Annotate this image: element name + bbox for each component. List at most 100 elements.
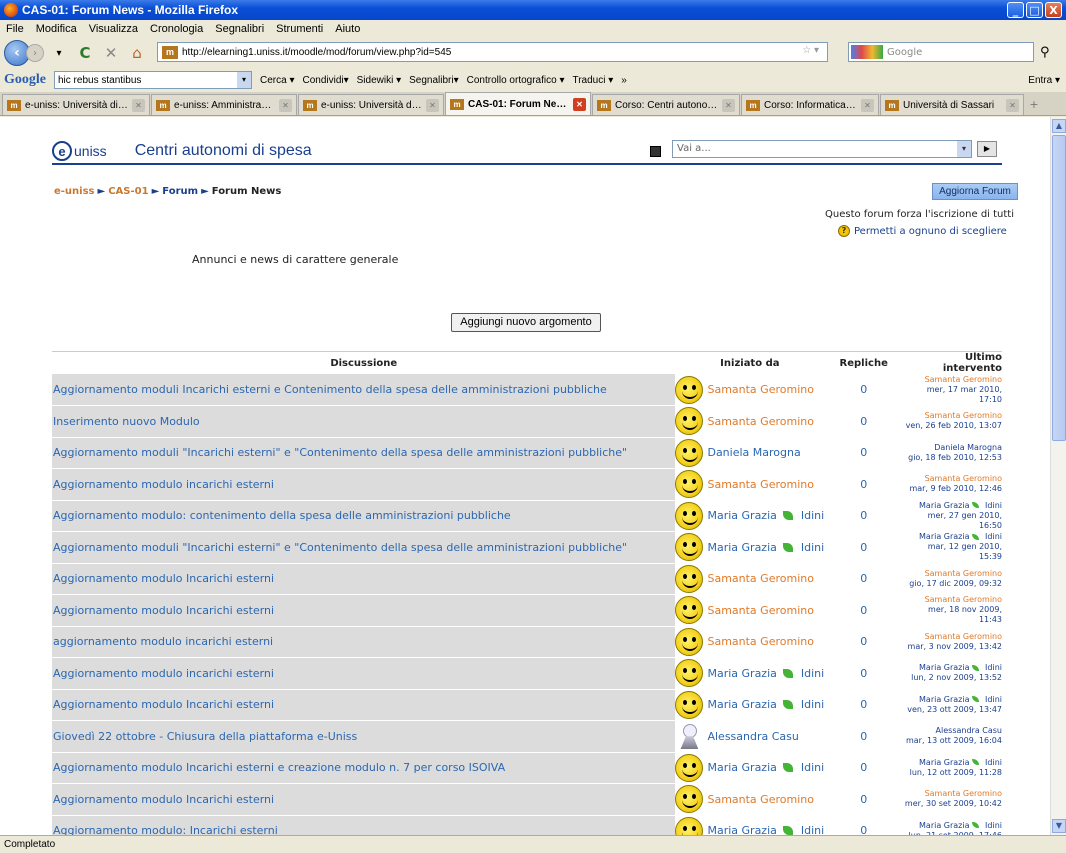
- last-post-date[interactable]: mar, 9 feb 2010, 12:46: [903, 484, 1002, 494]
- smiley-avatar-icon[interactable]: [675, 785, 704, 814]
- smiley-avatar-icon[interactable]: [675, 596, 704, 625]
- author-name-first[interactable]: Maria Grazia: [707, 698, 776, 711]
- menu-segnalibri[interactable]: Segnalibri: [215, 23, 264, 35]
- reply-count[interactable]: 0: [824, 626, 904, 658]
- reply-count[interactable]: 0: [824, 563, 904, 595]
- gt-traduci[interactable]: Traduci ▾: [572, 75, 613, 86]
- author-name-first[interactable]: Maria Grazia: [707, 761, 776, 774]
- smiley-avatar-icon[interactable]: [675, 533, 704, 562]
- author-name-first[interactable]: Maria Grazia: [707, 667, 776, 680]
- tab-close-icon[interactable]: ✕: [861, 98, 874, 112]
- last-post-author[interactable]: Samanta Geromino: [903, 789, 1002, 799]
- last-post-author[interactable]: Samanta Geromino: [903, 411, 1002, 421]
- last-post-author[interactable]: Daniela Marogna: [903, 443, 1002, 453]
- reply-count[interactable]: 0: [824, 594, 904, 627]
- tab-e-uniss-3[interactable]: m e-uniss: Università di S... ✕: [298, 94, 444, 115]
- reply-count[interactable]: 0: [824, 657, 904, 690]
- google-toolbar-search-input[interactable]: hic rebus stantibus ▾: [54, 71, 252, 89]
- menu-cronologia[interactable]: Cronologia: [150, 23, 203, 35]
- last-post-date[interactable]: lun, 2 nov 2009, 13:52: [903, 673, 1002, 683]
- author-name[interactable]: Samanta Geromino: [707, 604, 813, 617]
- gt-entra[interactable]: Entra ▾: [1028, 75, 1060, 86]
- tab-close-icon[interactable]: ✕: [132, 98, 145, 112]
- reply-count[interactable]: 0: [824, 720, 904, 753]
- author-name[interactable]: Samanta Geromino: [707, 793, 813, 806]
- author-name[interactable]: Samanta Geromino: [707, 383, 813, 396]
- tab-universita-sassari[interactable]: m Università di Sassari ✕: [880, 94, 1024, 115]
- robot-avatar-icon[interactable]: [675, 722, 704, 751]
- discussion-topic-link[interactable]: Aggiornamento modulo Incarichi esterni: [52, 563, 676, 595]
- menu-aiuto[interactable]: Aiuto: [335, 23, 360, 35]
- last-post-author[interactable]: Maria Grazia Idini: [903, 758, 1002, 768]
- author-name-last[interactable]: Idini: [801, 667, 824, 680]
- discussion-topic-link[interactable]: Aggiornamento moduli "Incarichi esterni"…: [52, 437, 676, 469]
- last-post-author[interactable]: Samanta Geromino: [903, 595, 1002, 605]
- author-name-last[interactable]: Idini: [801, 509, 824, 522]
- smiley-avatar-icon[interactable]: [675, 659, 704, 688]
- discussion-topic-link[interactable]: Aggiornamento modulo Incarichi esterni: [52, 783, 676, 816]
- reply-count[interactable]: 0: [824, 783, 904, 816]
- jump-to-select[interactable]: Vai a... ▾: [672, 140, 972, 158]
- breadcrumb-forum[interactable]: Forum: [162, 186, 198, 197]
- minimize-button[interactable]: _: [1007, 2, 1024, 18]
- tab-close-icon[interactable]: ✕: [1006, 98, 1019, 112]
- last-post-author[interactable]: Maria Grazia Idini: [903, 695, 1002, 705]
- last-post-author[interactable]: Maria Grazia Idini: [903, 532, 1002, 542]
- new-tab-icon[interactable]: +: [1025, 94, 1043, 115]
- discussion-topic-link[interactable]: Aggiornamento modulo: contenimento della…: [52, 500, 676, 532]
- gt-condividi[interactable]: Condividi▾: [302, 75, 348, 86]
- scroll-thumb[interactable]: [1052, 135, 1066, 441]
- smiley-avatar-icon[interactable]: [675, 753, 704, 782]
- discussion-topic-link[interactable]: Aggiornamento modulo incarichi esterni: [52, 657, 676, 690]
- author-name[interactable]: Samanta Geromino: [707, 478, 813, 491]
- gt-cerca[interactable]: Cerca ▾: [260, 75, 294, 86]
- smiley-avatar-icon[interactable]: [675, 407, 704, 436]
- author-name-last[interactable]: Idini: [801, 761, 824, 774]
- last-post-date[interactable]: mer, 27 gen 2010, 16:50: [903, 511, 1002, 531]
- stop-icon[interactable]: ✕: [100, 42, 122, 64]
- author-name-last[interactable]: Idini: [801, 698, 824, 711]
- forward-button[interactable]: ›: [26, 44, 44, 62]
- scroll-down-icon[interactable]: ▼: [1052, 819, 1066, 833]
- last-post-author[interactable]: Samanta Geromino: [903, 474, 1002, 484]
- author-name-last[interactable]: Idini: [801, 824, 824, 835]
- discussion-topic-link[interactable]: Aggiornamento moduli Incarichi esterni e…: [52, 374, 676, 406]
- google-query-text[interactable]: hic rebus stantibus: [58, 75, 141, 86]
- last-post-date[interactable]: mar, 3 nov 2009, 13:42: [903, 642, 1002, 652]
- last-post-author[interactable]: Maria Grazia Idini: [903, 663, 1002, 673]
- discussion-topic-link[interactable]: Aggiornamento modulo incarichi esterni: [52, 468, 676, 501]
- breadcrumb-cas-01[interactable]: CAS-01: [108, 186, 148, 197]
- reply-count[interactable]: 0: [824, 405, 904, 438]
- discussion-topic-link[interactable]: Aggiornamento moduli "Incarichi esterni"…: [52, 531, 676, 564]
- tab-e-uniss-2[interactable]: me-uniss: Amministrazion...✕: [151, 94, 297, 115]
- last-post-author[interactable]: Samanta Geromino: [903, 375, 1002, 385]
- help-icon[interactable]: ?: [838, 225, 850, 237]
- last-post-date[interactable]: mar, 13 ott 2009, 16:04: [903, 736, 1002, 746]
- search-box[interactable]: Google: [848, 42, 1034, 62]
- last-post-date[interactable]: ven, 26 feb 2010, 13:07: [903, 421, 1002, 431]
- breadcrumb-e-uniss[interactable]: e-uniss: [54, 186, 95, 197]
- author-name[interactable]: Samanta Geromino: [707, 635, 813, 648]
- reply-count[interactable]: 0: [824, 500, 904, 532]
- close-window-button[interactable]: X: [1045, 2, 1062, 18]
- gt-segnalibri[interactable]: Segnalibri▾: [409, 75, 459, 86]
- menu-file[interactable]: File: [6, 23, 24, 35]
- url-bar[interactable]: m http://elearning1.uniss.it/moodle/mod/…: [157, 42, 828, 62]
- author-name-first[interactable]: Maria Grazia: [707, 824, 776, 835]
- add-new-topic-button[interactable]: Aggiungi nuovo argomento: [451, 313, 601, 332]
- tab-corso-centri[interactable]: m Corso: Centri autonomi ... ✕: [592, 94, 740, 115]
- reply-count[interactable]: 0: [824, 689, 904, 721]
- smiley-avatar-icon[interactable]: [675, 375, 704, 404]
- last-post-date[interactable]: mer, 17 mar 2010, 17:10: [903, 385, 1002, 405]
- smiley-avatar-icon[interactable]: [675, 627, 704, 656]
- chevron-down-icon[interactable]: ▾: [237, 72, 251, 88]
- tab-close-icon[interactable]: ✕: [573, 97, 586, 111]
- discussion-topic-link[interactable]: aggiornamento modulo incarichi esterni: [52, 626, 676, 658]
- tab-close-icon[interactable]: ✕: [426, 98, 439, 112]
- jump-go-button[interactable]: ▶: [977, 141, 997, 157]
- google-search-engine-icon[interactable]: [851, 45, 883, 59]
- author-name[interactable]: Samanta Geromino: [707, 415, 813, 428]
- chevron-down-icon[interactable]: ▾: [957, 141, 971, 157]
- vertical-scrollbar[interactable]: ▲ ▼: [1050, 117, 1066, 835]
- discussion-topic-link[interactable]: Aggiornamento modulo Incarichi esterni e…: [52, 752, 676, 784]
